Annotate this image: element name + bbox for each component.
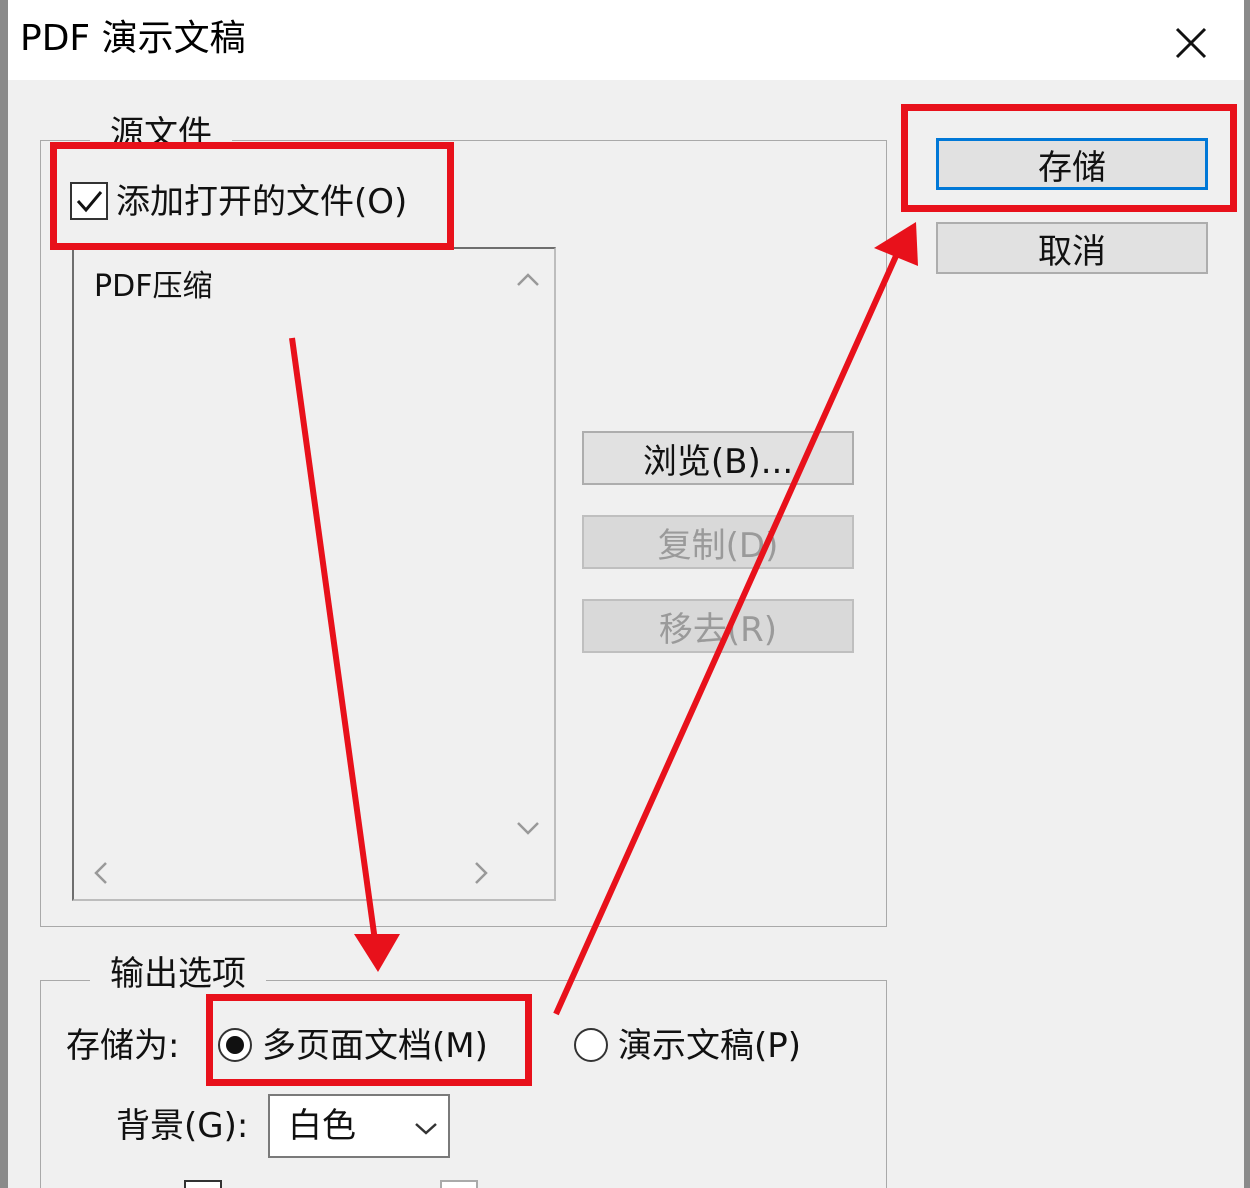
pdf-presentation-dialog: PDF 演示文稿 源文件 添加打开的文件(O) PDF压缩 浏览(B)... 复… (8, 0, 1244, 1188)
annotation-arrows (289, 222, 918, 1016)
arrowhead-down (354, 934, 400, 972)
arrow-to-multipage (289, 337, 379, 949)
arrow-to-save (553, 254, 899, 1016)
